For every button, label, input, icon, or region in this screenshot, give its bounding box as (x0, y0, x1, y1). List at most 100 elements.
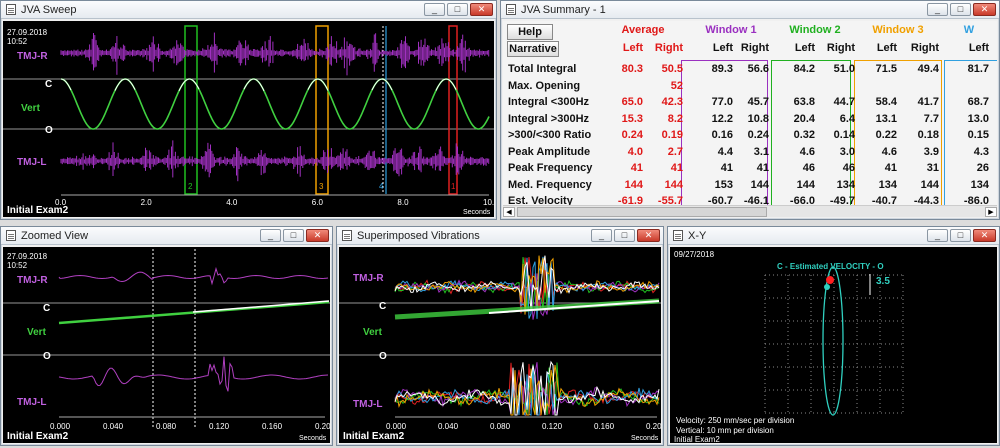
cell-value: 0.19 (661, 129, 683, 141)
cell-value: 41 (720, 162, 733, 174)
cell-value: 10.8 (747, 112, 769, 125)
row-label: Med. Frequency (508, 178, 592, 191)
maximize-button[interactable]: □ (950, 3, 971, 16)
scroll-right-icon[interactable]: ▶ (985, 207, 997, 217)
minimize-button[interactable]: _ (927, 3, 948, 16)
row-label: Peak Amplitude (508, 145, 591, 158)
cell-value: 50.5 (661, 63, 683, 75)
close-button[interactable]: ✕ (973, 3, 996, 16)
left-header: Left (622, 42, 643, 54)
cell-value: 56.6 (747, 63, 769, 75)
cell-value: 80.3 (621, 63, 643, 75)
cell-value: 6.4 (839, 112, 855, 125)
close-button[interactable]: ✕ (306, 229, 329, 242)
exam-label: Initial Exam2 (674, 435, 720, 443)
vert-label: Vert (27, 327, 47, 338)
cell-value: 13.1 (875, 112, 897, 125)
superimposed-plot[interactable]: TMJ-R C Vert O TMJ-L 0.000 0.040 0.080 0.12… (339, 247, 667, 443)
cell-value: 144 (750, 178, 769, 191)
start-point-marker (826, 276, 834, 284)
cell-value: 4.3 (973, 145, 989, 158)
cell-value: 134 (970, 178, 989, 191)
zoomed-plot[interactable]: 27.09.2018 10:52 TMJ-R C Vert O TMJ-L 0.… (3, 247, 336, 443)
minimize-button[interactable]: _ (591, 229, 612, 242)
cell-value: 58.4 (875, 96, 897, 108)
left-header: Left (876, 42, 897, 54)
narrative-button[interactable]: Narrative (507, 41, 559, 57)
cell-value: 84.2 (793, 63, 815, 75)
scroll-left-icon[interactable]: ◀ (503, 207, 515, 217)
cell-value: 0.32 (793, 129, 815, 141)
tmj-l-trace (60, 140, 490, 182)
minimize-button[interactable]: _ (927, 229, 948, 242)
maximize-button[interactable]: □ (614, 229, 635, 242)
x-tick-label: 2.0 (141, 198, 153, 207)
xy-date: 09/27/2018 (674, 250, 715, 259)
cell-value: 46 (842, 162, 855, 174)
cell-value: 44.7 (833, 96, 855, 108)
summary-scrollbar[interactable]: ◀ ▶ (503, 205, 997, 217)
cell-value: 41.7 (917, 96, 939, 108)
x-tick-label: 0.200 (315, 422, 330, 431)
cell-value: 0.15 (967, 129, 989, 141)
xy-window: X-Y _ □ ✕ 3.5 09/27/2018 C - Estimated VEL… (667, 226, 1000, 446)
o-label: O (43, 351, 51, 362)
vertical-motion-white-trace (192, 300, 330, 313)
xy-heading: C - Estimated VELOCITY - O (777, 262, 884, 271)
zoom-x-axis: 0.000 0.040 0.080 0.120 0.160 0.200 (50, 422, 336, 431)
close-button[interactable]: ✕ (637, 229, 660, 242)
cell-value: 89.3 (711, 63, 733, 75)
maximize-button[interactable]: □ (283, 229, 304, 242)
document-icon (6, 230, 16, 241)
cell-value: 144 (796, 178, 815, 191)
xy-grid (764, 274, 904, 415)
xy-plot[interactable]: 3.5 09/27/2018 C - Estimated VELOCITY - … (670, 247, 997, 444)
summary-table: Help Narrative Average Window 1 Window 2 Wi… (503, 21, 997, 217)
scroll-thumb[interactable] (517, 207, 767, 217)
sweep-date: 27.09.2018 (7, 28, 48, 37)
cell-value: 7.7 (923, 112, 939, 125)
minimize-button[interactable]: _ (424, 3, 445, 16)
window-title: JVA Sweep (21, 3, 77, 16)
group-header-1: Average (621, 24, 665, 36)
left-header: Left (794, 42, 815, 54)
cell-value: 2.7 (667, 145, 683, 158)
tmj-l-label: TMJ-L (353, 399, 382, 410)
zoomed-view-window: Zoomed View _ □ ✕ 27.09.2018 10:52 TMJ-R C… (0, 226, 336, 446)
close-button[interactable]: ✕ (973, 229, 996, 242)
maximize-button[interactable]: □ (950, 229, 971, 242)
vertical-note: Vertical: 10 mm per division (676, 426, 774, 435)
maximize-button[interactable]: □ (447, 3, 468, 16)
cell-value: 0.16 (711, 129, 733, 141)
minimize-button[interactable]: _ (260, 229, 281, 242)
cell-value: 41 (630, 162, 643, 174)
cell-value: 81.7 (967, 63, 989, 75)
superimposed-x-axis: 0.000 0.040 0.080 0.120 0.160 0.200 (386, 422, 667, 431)
x-tick-label: 0.200 (646, 422, 661, 431)
window-title: Zoomed View (21, 229, 89, 242)
group-header-3: Window 2 (789, 24, 841, 36)
cell-value: 4.6 (881, 145, 897, 158)
cell-value: 42.3 (661, 96, 683, 108)
help-button[interactable]: Help (507, 24, 553, 40)
peak-value: 3.5 (876, 276, 890, 287)
c-label: C (43, 303, 50, 314)
exam-label: Initial Exam2 (7, 431, 69, 442)
jva-sweep-window: JVA Sweep _ □ ✕ 27.09.2018 10:52 TMJ-R C V… (0, 0, 499, 220)
x-tick-label: 6.0 (312, 198, 324, 207)
cell-value: 51.0 (833, 63, 855, 75)
cell-value: 144 (920, 178, 939, 191)
cell-value: 0.24 (621, 129, 643, 141)
end-point-marker (824, 284, 830, 290)
close-button[interactable]: ✕ (470, 3, 493, 16)
title-bar: JVA Sweep _ □ ✕ (1, 1, 496, 19)
sweep-x-axis: 0.02.04.06.08.010.0 (55, 198, 499, 207)
vert-label: Vert (21, 103, 41, 114)
row-label: Peak Frequency (508, 162, 593, 174)
cell-value: 68.7 (967, 96, 989, 108)
cell-value: 52 (670, 79, 683, 92)
x-tick-label: 8.0 (397, 198, 409, 207)
tmj-l-trace (58, 356, 329, 392)
x-tick-label: 0.120 (542, 422, 563, 431)
sweep-plot[interactable]: 27.09.2018 10:52 TMJ-R C Vert O TMJ-L 0.… (3, 21, 499, 217)
